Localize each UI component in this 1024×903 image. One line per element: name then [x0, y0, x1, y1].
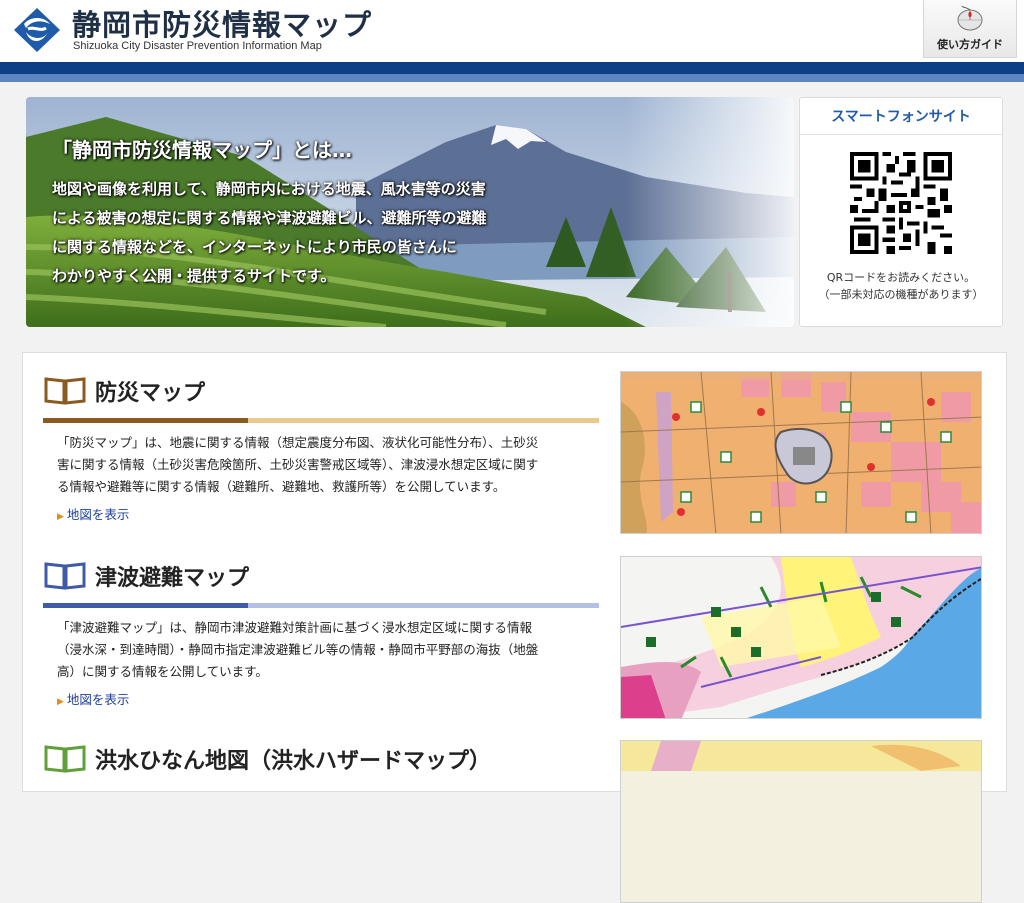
flood-map-section: 洪水ひなん地図（洪水ハザードマップ）: [43, 741, 599, 801]
hero-line: 地図や画像を利用して、静岡市内における地震、風水害等の災害: [52, 180, 486, 198]
hero-line: わかりやすく公開・提供するサイトです。: [52, 267, 336, 285]
mouse-icon: [957, 6, 983, 31]
flood-map-image: [621, 741, 981, 902]
city-logo-icon[interactable]: [12, 6, 62, 54]
section-description: 「津波避難マップ」は、静岡市津波避難対策計画に基づく浸水想定区域に関する情報 （…: [57, 617, 597, 683]
arrow-right-icon: ▶: [57, 697, 64, 707]
qr-note-line: （一部未対応の機種があります）: [818, 288, 984, 301]
hero-heading: 「静岡市防災情報マップ」とは…: [52, 138, 352, 162]
book-icon: [44, 562, 86, 590]
hero-banner: 「静岡市防災情報マップ」とは… 地図や画像を利用して、静岡市内における地震、風水…: [26, 97, 794, 327]
header-bar: [0, 62, 1024, 82]
site-header: 静岡市防災情報マップ Shizuoka City Disaster Preven…: [0, 0, 1024, 62]
description-line: る情報や避難等に関する情報（避難所、避難地、救護所等）を公開しています。: [57, 479, 506, 494]
usage-guide-button[interactable]: 使い方ガイド: [923, 0, 1017, 58]
description-line: 「防災マップ」は、地震に関する情報（想定震度分布図、液状化可能性分布）、土砂災: [57, 435, 539, 450]
tsunami-map-thumbnail[interactable]: [620, 556, 982, 719]
show-map-label: 地図を表示: [66, 692, 130, 707]
book-icon: [44, 377, 86, 405]
qr-note: QRコードをお読みください。 （一部未対応の機種があります）: [800, 269, 1002, 303]
hazard-map-image: [621, 372, 981, 533]
smartphone-site-title[interactable]: スマートフォンサイト: [800, 106, 1002, 126]
site-title[interactable]: 静岡市防災情報マップ: [72, 2, 372, 44]
show-map-label: 地図を表示: [66, 507, 130, 522]
show-map-link[interactable]: ▶ 地図を表示: [57, 504, 129, 523]
qr-code-icon: [850, 152, 952, 254]
section-title-text[interactable]: 津波避難マップ: [95, 560, 249, 592]
description-line: 害に関する情報（土砂災害危険箇所、土砂災害警戒区域等）、津波浸水想定区域に関す: [57, 457, 539, 472]
show-map-link[interactable]: ▶ 地図を表示: [57, 689, 129, 708]
section-title-text[interactable]: 洪水ひなん地図（洪水ハザードマップ）: [95, 743, 491, 775]
flood-map-thumbnail[interactable]: [620, 740, 982, 903]
usage-guide-label: 使い方ガイド: [937, 38, 1003, 51]
section-description: 「防災マップ」は、地震に関する情報（想定震度分布図、液状化可能性分布）、土砂災 …: [57, 432, 597, 498]
tsunami-map-image: [621, 557, 981, 718]
section-title-text[interactable]: 防災マップ: [95, 375, 205, 407]
description-line: （浸水深・到達時間）・静岡市指定津波避難ビル等の情報・静岡市平野部の海抜（地盤: [57, 642, 539, 657]
qr-note-line: QRコードをお読みください。: [826, 271, 976, 284]
description-line: 「津波避難マップ」は、静岡市津波避難対策計画に基づく浸水想定区域に関する情報: [57, 620, 533, 635]
description-line: 高）に関する情報を公開しています。: [57, 664, 268, 679]
arrow-right-icon: ▶: [57, 512, 64, 522]
bousai-map-section: 防災マップ 「防災マップ」は、地震に関する情報（想定震度分布図、液状化可能性分布…: [43, 373, 599, 533]
section-rule: [43, 418, 599, 423]
tsunami-map-section: 津波避難マップ 「津波避難マップ」は、静岡市津波避難対策計画に基づく浸水想定区域…: [43, 558, 599, 718]
book-icon: [44, 745, 86, 773]
smartphone-site-box: スマートフォンサイト QRコードをお読みください。 （一部未対応の機種があります…: [799, 97, 1003, 327]
hero-line: に関する情報などを、インターネットにより市民の皆さんに: [52, 238, 457, 256]
section-rule: [43, 603, 599, 608]
divider: [800, 134, 1002, 135]
hero-description: 地図や画像を利用して、静岡市内における地震、風水害等の災害 による被害の想定に関…: [52, 175, 612, 291]
map-list-panel: 防災マップ 「防災マップ」は、地震に関する情報（想定震度分布図、液状化可能性分布…: [22, 352, 1007, 903]
bousai-map-thumbnail[interactable]: [620, 371, 982, 534]
hero-line: による被害の想定に関する情報や津波避難ビル、避難所等の避難: [52, 209, 487, 227]
site-subtitle: Shizuoka City Disaster Prevention Inform…: [73, 40, 322, 52]
